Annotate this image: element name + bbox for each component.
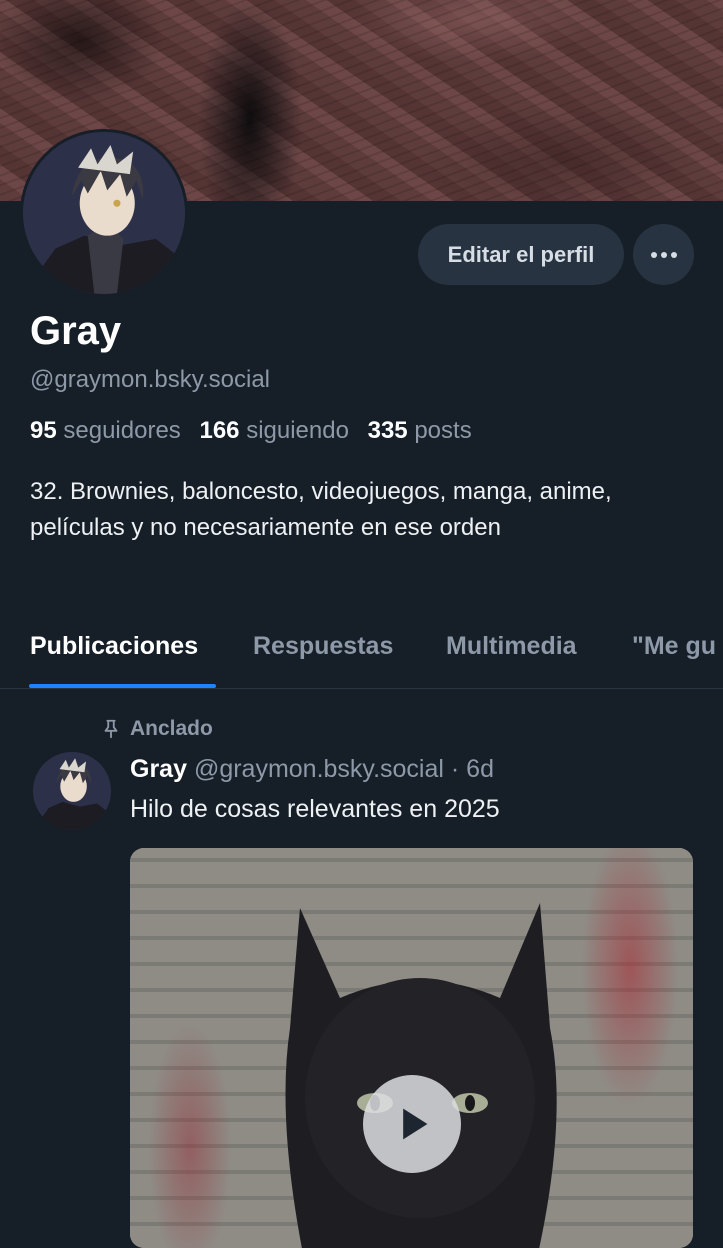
play-video-button[interactable] xyxy=(363,1075,461,1173)
post-text: Hilo de cosas relevantes en 2025 xyxy=(130,795,500,823)
profile-bio: 32. Brownies, baloncesto, videojuegos, m… xyxy=(30,478,612,541)
play-icon xyxy=(403,1108,428,1140)
post-author-name[interactable]: Gray xyxy=(130,755,187,783)
avatar-illustration xyxy=(33,752,111,830)
pin-icon xyxy=(104,719,118,739)
profile-handle: @graymon.bsky.social xyxy=(30,366,270,393)
black-cat-image xyxy=(285,903,557,1248)
followers-label: seguidores xyxy=(63,417,181,444)
post-header: Gray @graymon.bsky.social · 6d xyxy=(130,755,494,784)
profile-tabs: Publicaciones Respuestas Multimedia "Me … xyxy=(0,620,723,689)
pinned-label: Anclado xyxy=(130,717,213,740)
profile-avatar[interactable] xyxy=(20,129,188,297)
following-count: 166 xyxy=(199,417,240,444)
more-options-button[interactable] xyxy=(633,224,694,285)
tab-respuestas[interactable]: Respuestas xyxy=(253,632,393,661)
followers-stat[interactable]: 95 seguidores xyxy=(30,417,181,444)
tab-me-gusta[interactable]: "Me gu xyxy=(632,632,716,661)
avatar-illustration xyxy=(23,132,185,294)
pinned-indicator: Anclado xyxy=(100,717,213,741)
post-video-thumbnail[interactable] xyxy=(130,848,693,1248)
ellipsis-icon xyxy=(649,251,679,258)
post-author-avatar[interactable] xyxy=(33,752,111,830)
profile-stats: 95 seguidores 166 siguiendo 335 posts xyxy=(30,417,472,445)
edit-profile-button[interactable]: Editar el perfil xyxy=(418,224,624,285)
profile-name: Gray xyxy=(30,309,122,353)
posts-stat: 335 posts xyxy=(368,417,472,444)
tab-multimedia[interactable]: Multimedia xyxy=(446,632,577,661)
following-stat[interactable]: 166 siguiendo xyxy=(199,417,348,444)
followers-count: 95 xyxy=(30,417,57,444)
post-separator: · xyxy=(450,755,460,783)
posts-count: 335 xyxy=(367,417,408,444)
post-time[interactable]: 6d xyxy=(466,755,494,783)
edit-profile-label: Editar el perfil xyxy=(447,241,595,267)
following-label: siguiendo xyxy=(246,417,349,444)
tab-publicaciones[interactable]: Publicaciones xyxy=(30,632,198,661)
tabs-divider xyxy=(0,688,723,689)
posts-label: posts xyxy=(414,417,472,444)
post-author-handle[interactable]: @graymon.bsky.social xyxy=(194,755,444,783)
